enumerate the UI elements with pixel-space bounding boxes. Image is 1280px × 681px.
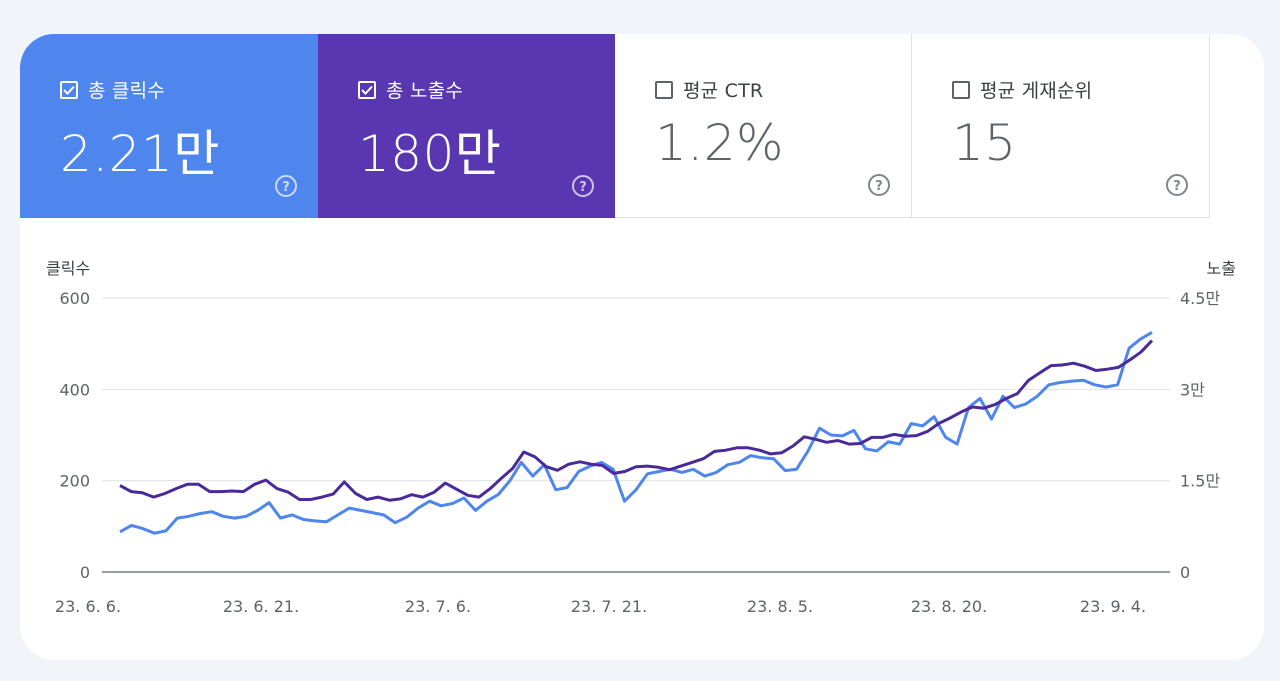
tile-header: 총 노출수 <box>358 76 463 103</box>
y2-tick-label: 3만 <box>1180 380 1205 399</box>
x-tick-label: 23. 9. 4. <box>1080 597 1146 616</box>
x-tick-label: 23. 7. 6. <box>405 597 471 616</box>
tile-label: 평균 CTR <box>683 80 764 102</box>
performance-chart: 0 0 200 1.5만 400 3만 600 4.5만 클릭수 노출 23. 6. 6. 23. 6… <box>20 218 1264 660</box>
tile-header: 총 클릭수 <box>60 76 165 103</box>
y-tick-label: 200 <box>59 472 90 491</box>
svg-text:?: ? <box>282 180 290 195</box>
metric-tile-total-clicks[interactable]: 총 클릭수 2.21만 ? <box>20 34 318 218</box>
metric-tiles: 총 클릭수 2.21만 ? 총 노출수 180만 ? 평균 CTR 1.2% ?… <box>20 34 1210 218</box>
checkbox-unchecked-icon[interactable] <box>952 80 970 99</box>
y-tick-label: 600 <box>59 289 90 308</box>
tile-label: 평균 게재순위 <box>980 80 1093 102</box>
y-tick-label: 400 <box>59 380 90 399</box>
line-chart: 0 0 200 1.5만 400 3만 600 4.5만 클릭수 노출 23. 6. 6. 23. 6… <box>46 259 1236 616</box>
y2-tick-label: 1.5만 <box>1180 472 1220 491</box>
tile-value: 1.2% <box>655 114 785 172</box>
tile-header: 평균 CTR <box>655 76 763 103</box>
metric-tile-average-position[interactable]: 평균 게재순위 15 ? <box>912 34 1210 218</box>
y2-tick-label: 4.5만 <box>1180 289 1220 308</box>
tile-label: 총 클릭수 <box>88 80 165 102</box>
metric-tile-total-impressions[interactable]: 총 노출수 180만 ? <box>318 34 615 218</box>
svg-text:?: ? <box>1173 179 1181 194</box>
series-line-clicks <box>119 331 1153 535</box>
svg-text:?: ? <box>875 179 883 194</box>
checkbox-checked-icon[interactable] <box>358 80 376 99</box>
tile-label: 총 노출수 <box>386 80 463 102</box>
tile-value: 2.21만 <box>60 125 220 183</box>
help-icon[interactable]: ? <box>867 173 891 197</box>
y-axis-title: 클릭수 <box>46 259 90 278</box>
performance-card: 총 클릭수 2.21만 ? 총 노출수 180만 ? 평균 CTR 1.2% ?… <box>20 34 1264 660</box>
help-icon[interactable]: ? <box>571 174 595 198</box>
tile-header: 평균 게재순위 <box>952 76 1092 103</box>
y2-tick-label: 0 <box>1180 563 1190 582</box>
y2-axis-title: 노출 <box>1207 259 1236 278</box>
tile-value: 15 <box>952 114 1017 172</box>
x-tick-label: 23. 8. 20. <box>911 597 987 616</box>
x-tick-label: 23. 8. 5. <box>747 597 813 616</box>
x-tick-label: 23. 6. 21. <box>223 597 299 616</box>
x-tick-label: 23. 6. 6. <box>55 597 121 616</box>
checkbox-unchecked-icon[interactable] <box>655 80 673 99</box>
metric-tile-average-ctr[interactable]: 평균 CTR 1.2% ? <box>615 34 912 218</box>
x-tick-label: 23. 7. 21. <box>571 597 647 616</box>
help-icon[interactable]: ? <box>1165 173 1189 197</box>
series-line-impressions <box>119 339 1154 502</box>
svg-text:?: ? <box>579 180 587 195</box>
tile-value: 180만 <box>358 125 502 183</box>
y-tick-label: 0 <box>80 563 90 582</box>
help-icon[interactable]: ? <box>274 174 298 198</box>
checkbox-checked-icon[interactable] <box>60 80 78 99</box>
